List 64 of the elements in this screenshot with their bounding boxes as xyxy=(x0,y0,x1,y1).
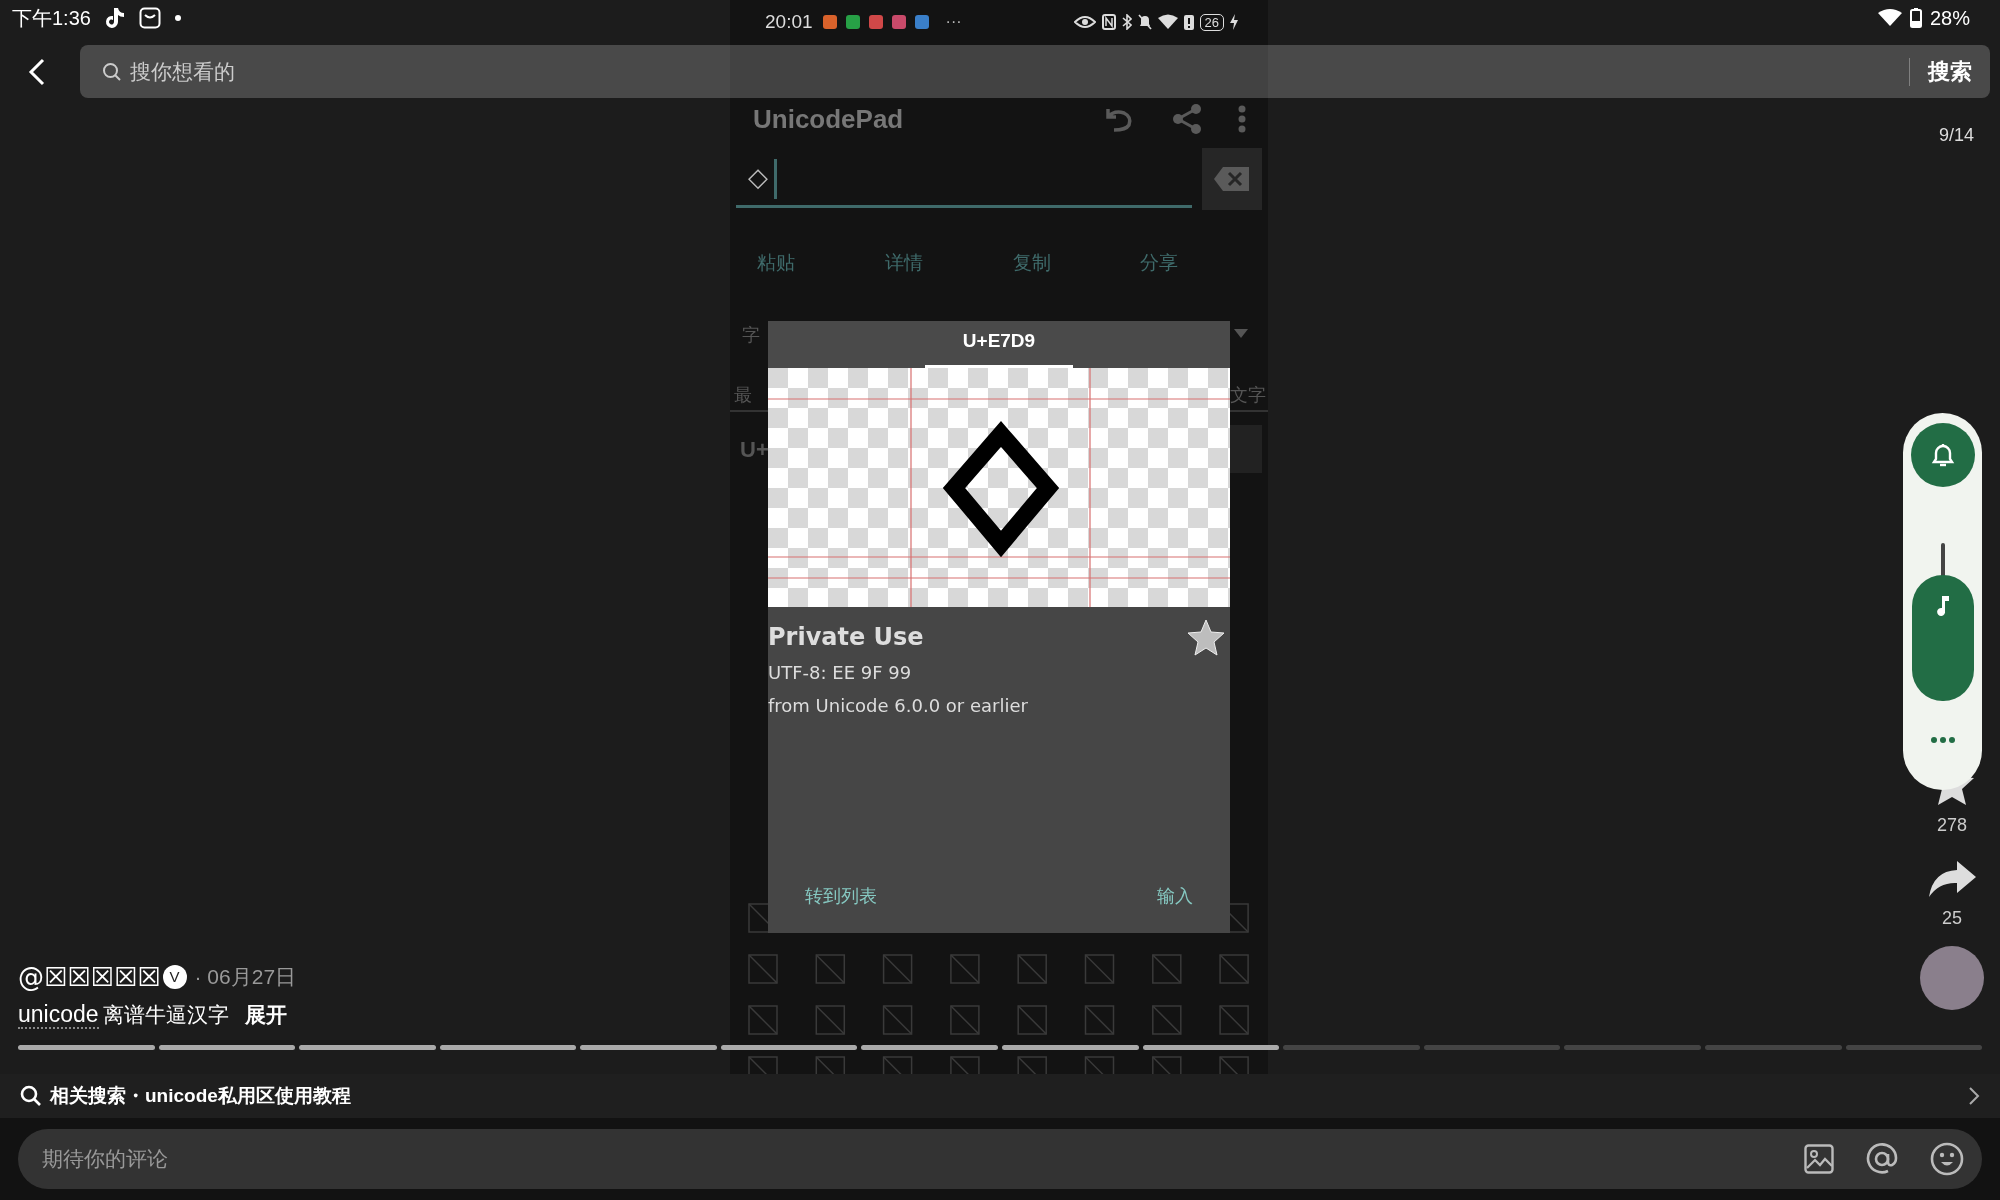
hashtag-link[interactable]: unicode xyxy=(18,1001,99,1029)
music-note-logo-icon xyxy=(104,7,125,29)
bolt-icon xyxy=(1230,14,1238,30)
related-search-text: 相关搜索・unicode私用区使用教程 xyxy=(50,1083,351,1108)
app-icon xyxy=(868,15,883,29)
more-icon[interactable] xyxy=(1238,105,1246,133)
verified-badge: V xyxy=(162,965,187,989)
unicode-version: from Unicode 6.0.0 or earlier xyxy=(768,694,1029,718)
dropdown-caret-icon[interactable] xyxy=(1234,329,1248,339)
notification-dot-icon xyxy=(174,15,181,21)
bell-icon xyxy=(1930,442,1955,468)
search-icon xyxy=(20,1085,42,1107)
more-icon[interactable] xyxy=(1930,737,1955,743)
wifi-icon xyxy=(1877,9,1902,27)
input-field[interactable]: ◇ xyxy=(736,150,1192,208)
app-title: UnicodePad xyxy=(753,102,904,136)
wifi-icon xyxy=(1157,14,1178,30)
share-arrow-icon[interactable] xyxy=(1927,859,1977,899)
chevron-right-icon xyxy=(1968,1086,1980,1106)
volume-slider[interactable] xyxy=(1911,543,1974,701)
search-button[interactable]: 搜索 xyxy=(1928,55,1972,88)
mention-icon[interactable] xyxy=(1866,1143,1898,1175)
inbox-icon xyxy=(138,7,161,29)
font-label: 字 xyxy=(742,322,760,347)
bluetooth-icon xyxy=(1121,14,1132,30)
status-time: 下午1:36 xyxy=(12,6,91,31)
post-date: · 06月27日 xyxy=(194,964,297,991)
code-prefix: U+ xyxy=(740,435,769,464)
bell-off-icon xyxy=(1137,14,1152,30)
dialog-title[interactable]: U+E7D9 xyxy=(962,326,1036,355)
emoji-icon[interactable] xyxy=(1930,1142,1964,1176)
image-icon[interactable] xyxy=(1804,1144,1834,1174)
share-icon[interactable] xyxy=(1172,103,1202,135)
app-icon xyxy=(845,15,860,29)
page-counter: 9/14 xyxy=(1938,124,1974,147)
music-note-icon xyxy=(1935,594,1950,617)
post-caption: 离谱牛逼汉字 xyxy=(102,1002,229,1029)
battery-indicator: 26 xyxy=(1199,13,1224,31)
favorite-count: 278 xyxy=(1936,814,1967,837)
app-icon xyxy=(822,15,837,29)
battery-icon xyxy=(1909,8,1922,28)
category-name: Private Use xyxy=(768,622,924,653)
star-icon[interactable] xyxy=(1186,619,1226,657)
nfc-icon xyxy=(1101,14,1116,30)
status-time: 20:01 xyxy=(765,9,813,34)
share-count: 25 xyxy=(1942,907,1962,930)
alert-icon xyxy=(1183,14,1194,30)
author-name[interactable]: @☒☒☒☒☒ xyxy=(18,957,161,997)
search-icon xyxy=(102,61,122,82)
search-bar[interactable]: 搜你想看的 搜索 xyxy=(80,45,1990,98)
back-icon[interactable] xyxy=(28,58,46,86)
expand-link[interactable]: 展开 xyxy=(244,999,287,1031)
status-more: ··· xyxy=(945,12,962,32)
app-icon xyxy=(891,15,906,29)
eye-icon xyxy=(1073,15,1096,29)
app-icon xyxy=(914,15,929,29)
dialog-button[interactable]: 转到列表 xyxy=(805,882,877,909)
battery-percent: 28% xyxy=(1929,6,1970,31)
dialog-button[interactable]: 输入 xyxy=(1157,882,1193,909)
comment-bar[interactable]: 期待你的评论 xyxy=(18,1129,1982,1189)
ringer-button[interactable] xyxy=(1910,423,1975,487)
backspace-icon xyxy=(1214,165,1250,193)
search-field[interactable]: 搜你想看的 xyxy=(130,51,1909,92)
utf8-bytes: UTF-8: EE 9F 99 xyxy=(768,661,913,685)
